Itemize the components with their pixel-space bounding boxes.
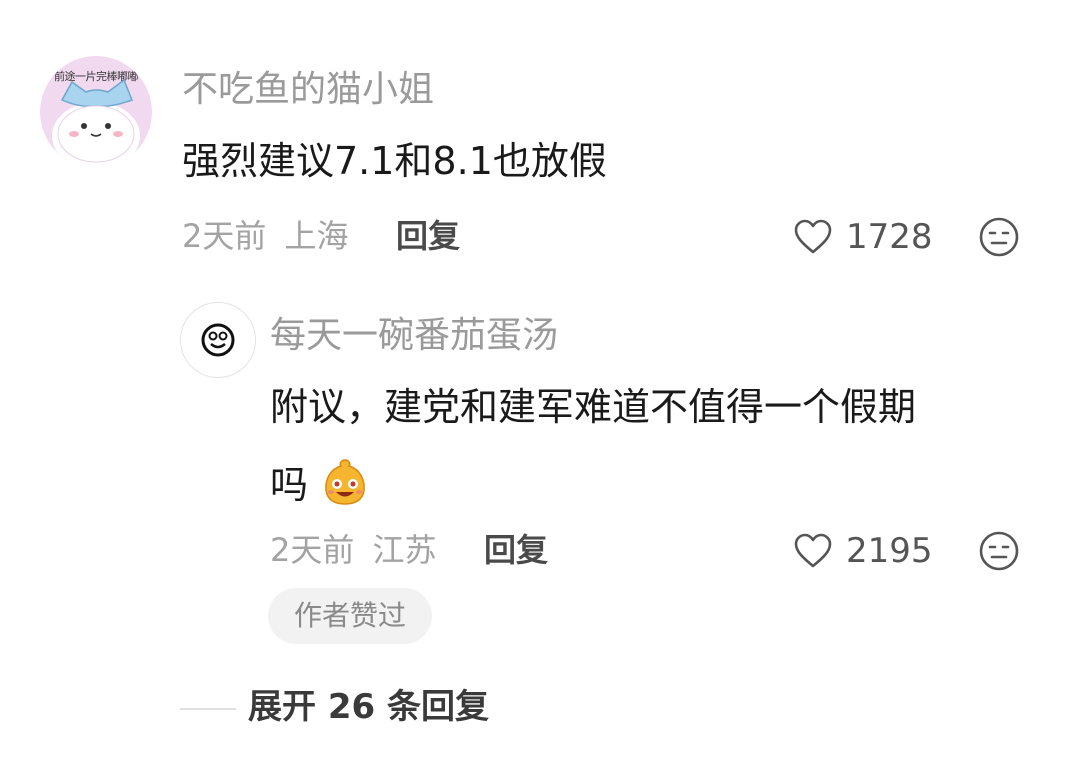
reply-location: 江苏 [372, 531, 437, 569]
reply-meta: 2天前 江苏 [270, 534, 437, 566]
like-button[interactable] [792, 216, 834, 258]
comment-username[interactable]: 不吃鱼的猫小姐 [182, 72, 434, 108]
reply-text-line2-text: 吗 [270, 463, 309, 507]
author-liked-badge: 作者赞过 [268, 588, 432, 644]
comment-location: 上海 [284, 217, 349, 255]
reply-reply-button[interactable]: 回复 [484, 534, 548, 566]
reply-time: 2天前 [270, 531, 355, 569]
smiley-face-icon [201, 323, 235, 357]
comment-text: 强烈建议7.1和8.1也放假 [182, 139, 607, 183]
reply-like-button[interactable] [792, 530, 834, 572]
like-count: 1728 [846, 217, 933, 257]
reply-text-line1: 附议，建党和建军难道不值得一个假期 [270, 385, 917, 429]
reply-dislike-button[interactable] [978, 530, 1020, 572]
expand-divider [180, 708, 236, 710]
reply-text-line2: 吗 [270, 456, 368, 506]
neutral-face-icon [979, 531, 1019, 571]
reply-like-count: 2195 [846, 531, 933, 571]
heart-outline-icon [794, 219, 832, 254]
comment-time: 2天前 [182, 217, 267, 255]
comment-meta: 2天前 上海 [182, 220, 349, 252]
expand-replies-button[interactable]: 展开 26 条回复 [248, 690, 489, 724]
happy-blush-emoji-icon [325, 459, 365, 505]
avatar[interactable]: 前途一片完棒嘟嘟 [40, 56, 152, 168]
cat-avatar-icon [52, 78, 140, 168]
neutral-face-icon [979, 217, 1019, 257]
dislike-button[interactable] [978, 216, 1020, 258]
heart-outline-icon [794, 533, 832, 568]
reply-avatar[interactable] [180, 302, 256, 378]
reply-button[interactable]: 回复 [396, 220, 460, 252]
reply-username[interactable]: 每天一碗番茄蛋汤 [270, 318, 558, 354]
